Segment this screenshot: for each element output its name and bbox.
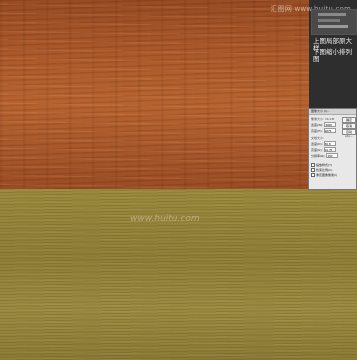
checkbox-icon <box>311 163 315 167</box>
checkbox-label: 约束比例(C) <box>316 168 333 172</box>
height-field[interactable] <box>323 128 336 133</box>
doc-height-label: 高度(G): <box>311 147 323 152</box>
resolution-row: 分辨率(R): <box>311 153 339 158</box>
swatch-bar <box>318 19 340 22</box>
swatch-bar <box>318 13 346 16</box>
doc-height-row: 高度(G): <box>311 147 336 152</box>
auto-button[interactable]: 自动(A)... <box>342 129 356 138</box>
width-row: 宽度(W): <box>311 122 337 127</box>
doc-width-label: 宽度(D): <box>311 141 323 146</box>
swatch-bar <box>318 25 348 28</box>
caption-line-2: 下图缩小排列图 <box>313 48 352 63</box>
height-row: 高度(H): <box>311 128 336 133</box>
resolution-field[interactable] <box>326 153 339 158</box>
pixel-dimensions-label: 像素大小: 16.1M <box>311 117 335 121</box>
watermark-bottom: www.huitu.com <box>130 214 200 224</box>
checkbox-icon <box>311 173 315 177</box>
resample-checkbox[interactable]: 重定图像像素(I) <box>311 173 337 177</box>
wood-texture-top <box>0 0 309 189</box>
doc-width-row: 宽度(D): <box>311 141 336 146</box>
width-field[interactable] <box>324 122 337 127</box>
resolution-label: 分辨率(R): <box>311 153 326 158</box>
width-label: 宽度(W): <box>311 122 324 127</box>
doc-width-field[interactable] <box>323 141 336 146</box>
checkbox-label: 缩放样式(Y) <box>316 163 333 167</box>
checkbox-icon <box>311 168 315 172</box>
constrain-proportions-checkbox[interactable]: 约束比例(C) <box>311 168 332 172</box>
document-size-label: 文档大小: <box>311 136 325 140</box>
checkbox-label: 重定图像像素(I) <box>316 173 338 177</box>
dialog-title: 图像大小 (I)... <box>309 109 356 115</box>
image-size-dialog: 图像大小 (I)... 像素大小: 16.1M 宽度(W): 高度(H): 文档… <box>308 108 357 190</box>
scale-styles-checkbox[interactable]: 缩放样式(Y) <box>311 163 332 167</box>
color-swatch-panel <box>311 9 357 35</box>
height-label: 高度(H): <box>311 128 323 133</box>
doc-height-field[interactable] <box>323 147 336 152</box>
